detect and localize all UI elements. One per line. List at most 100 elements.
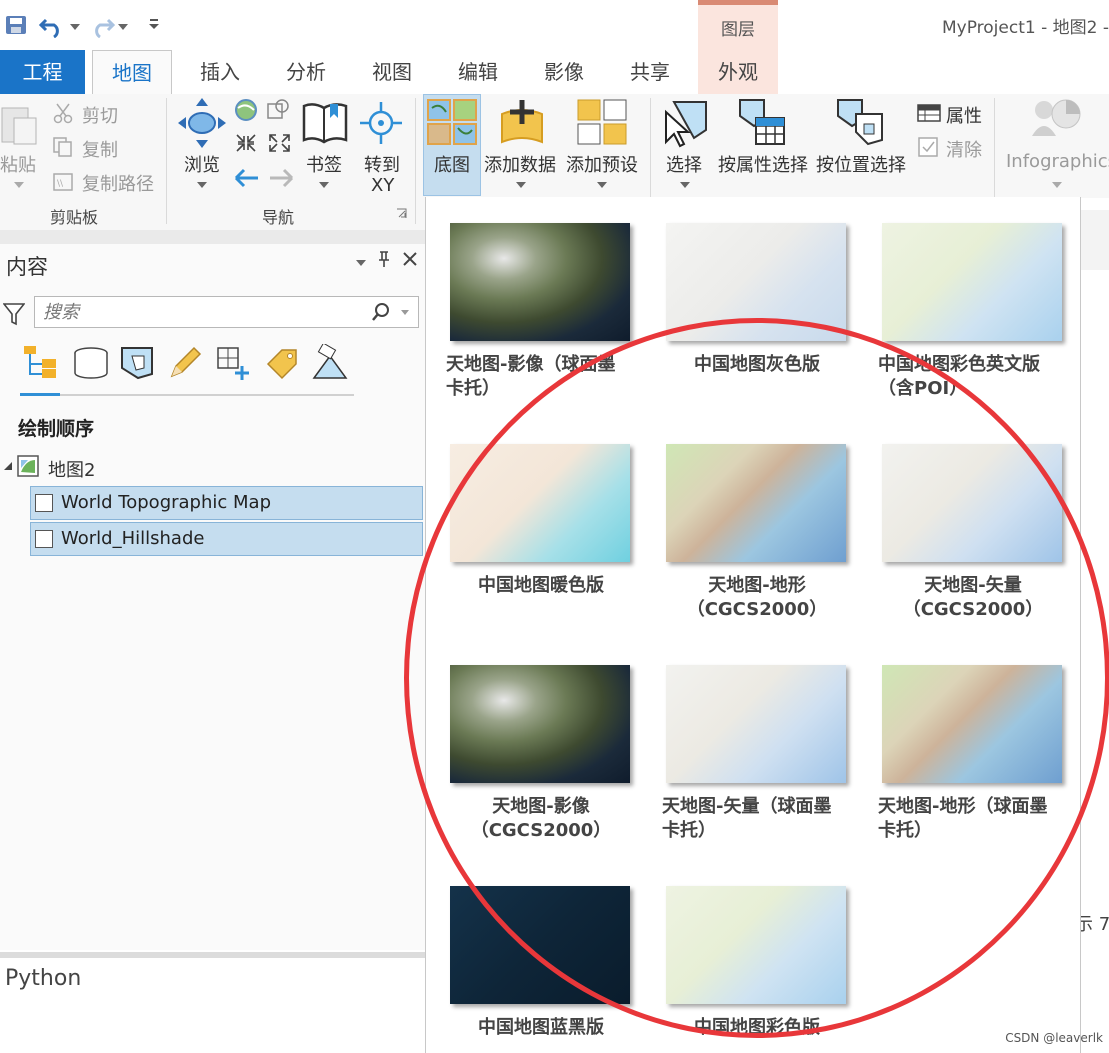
search-icon[interactable] — [371, 302, 391, 322]
add-data-icon[interactable] — [496, 98, 548, 148]
search-options-dropdown-icon[interactable] — [401, 310, 409, 315]
full-extent-icon[interactable] — [234, 98, 258, 122]
go-to-xy-label-2[interactable]: XY — [371, 175, 394, 196]
list-by-selection-icon[interactable] — [118, 344, 158, 382]
tab-imagery[interactable]: 影像 — [524, 50, 604, 94]
paste-icon[interactable] — [0, 100, 40, 148]
explore-icon[interactable] — [176, 96, 228, 150]
select-icon[interactable] — [660, 98, 710, 148]
select-button[interactable]: 选择 — [666, 151, 702, 177]
go-to-xy-label-1[interactable]: 转到 — [364, 151, 400, 177]
previous-extent-icon[interactable] — [266, 98, 290, 122]
add-data-button[interactable]: 添加数据 — [484, 151, 556, 177]
map-node[interactable]: 地图2 — [48, 456, 95, 482]
basemap-thumbnail — [666, 223, 846, 341]
explore-dropdown-icon[interactable] — [197, 182, 207, 188]
basemap-label-line: 卡托） — [878, 820, 932, 841]
copy-path-button[interactable]: 复制路径 — [82, 170, 154, 196]
customize-toolbar-icon[interactable] — [146, 16, 162, 32]
tab-map[interactable]: 地图 — [92, 50, 172, 95]
map-view-tab-area — [1081, 210, 1109, 270]
list-by-snapping-icon[interactable] — [214, 344, 254, 382]
layer-visibility-checkbox[interactable] — [35, 530, 53, 548]
infographics-button[interactable]: Infographics — [1006, 151, 1109, 172]
add-data-dropdown-icon[interactable] — [516, 182, 526, 188]
basemap-label: 天地图-矢量（球面墨 卡托） — [662, 795, 852, 843]
back-forward-icons[interactable] — [234, 166, 294, 190]
dialog-launcher-icon[interactable] — [396, 208, 408, 220]
layer-name: World Topographic Map — [61, 492, 271, 513]
basemap-thumbnail — [450, 665, 630, 783]
filter-icon[interactable] — [3, 302, 25, 326]
basemap-gallery[interactable]: 天地图-影像（球面墨 卡托） 中国地图灰色版 中国地图彩色英文版 （含POI） 中国地图暖… — [425, 197, 1081, 1053]
bookmarks-button[interactable]: 书签 — [306, 151, 342, 177]
basemap-button[interactable]: 底图 — [434, 151, 470, 177]
python-title: Python — [5, 966, 82, 991]
ribbon-separator — [415, 98, 416, 224]
list-by-perspective-imagery-icon[interactable] — [310, 344, 350, 382]
select-dropdown-icon[interactable] — [680, 182, 690, 188]
basemap-thumbnail — [450, 444, 630, 562]
explore-button[interactable]: 浏览 — [184, 151, 220, 177]
basemap-icon[interactable] — [426, 98, 478, 146]
paste-button[interactable]: 粘贴 — [0, 151, 36, 177]
attributes-button[interactable]: 属性 — [946, 102, 982, 128]
fixed-zoom-icons[interactable] — [234, 132, 292, 154]
add-preset-icon[interactable] — [576, 98, 628, 148]
tab-insert[interactable]: 插入 — [180, 50, 260, 94]
bookmarks-dropdown-icon[interactable] — [319, 182, 329, 188]
redo-icon[interactable] — [86, 12, 116, 38]
select-by-location-icon[interactable] — [834, 96, 886, 148]
infographics-dropdown-icon[interactable] — [1052, 182, 1062, 188]
select-by-attributes-button[interactable]: 按属性选择 — [718, 151, 808, 177]
tab-edit[interactable]: 编辑 — [438, 50, 518, 94]
undo-dropdown-icon[interactable] — [70, 24, 80, 30]
copy-icon — [53, 137, 72, 157]
pane-splitter — [0, 230, 425, 244]
basemap-thumbnail — [666, 886, 846, 1004]
list-by-data-source-icon[interactable] — [72, 346, 110, 380]
layer-row[interactable]: World Topographic Map — [30, 486, 423, 520]
basemap-label-line: 天地图-地形（球面墨 — [878, 796, 1048, 817]
paste-dropdown-icon[interactable] — [14, 182, 24, 188]
basemap-label: 中国地图彩色英文版 （含POI） — [878, 353, 1068, 401]
close-icon[interactable] — [402, 251, 418, 267]
basemap-label-line: 天地图-影像 — [492, 796, 590, 817]
tab-analysis[interactable]: 分析 — [266, 50, 346, 94]
tab-appearance[interactable]: 外观 — [698, 50, 778, 94]
list-by-editing-icon[interactable] — [166, 344, 206, 382]
basemap-label-line: （含POI） — [878, 378, 968, 399]
tab-share[interactable]: 共享 — [610, 50, 690, 94]
layer-visibility-checkbox[interactable] — [35, 494, 53, 512]
expand-collapse-icon[interactable] — [2, 460, 14, 472]
cut-button[interactable]: 剪切 — [82, 102, 118, 128]
search-input[interactable] — [43, 300, 343, 324]
pin-icon[interactable] — [376, 250, 392, 268]
clipboard-group-label: 剪贴板 — [50, 208, 99, 227]
basemap-label: 天地图-地形（球面墨 卡托） — [878, 795, 1068, 843]
save-project-icon[interactable] — [4, 12, 30, 38]
list-by-labeling-icon[interactable] — [262, 344, 302, 382]
infographics-icon[interactable] — [1028, 96, 1084, 148]
svg-text:\\: \\ — [57, 179, 64, 189]
basemap-label-line: 卡托） — [662, 820, 716, 841]
go-to-xy-icon[interactable] — [358, 100, 404, 146]
redo-dropdown-icon[interactable] — [118, 24, 128, 30]
tab-view[interactable]: 视图 — [352, 50, 432, 94]
add-preset-dropdown-icon[interactable] — [597, 182, 607, 188]
list-by-drawing-order-icon[interactable] — [20, 344, 60, 380]
clear-button[interactable]: 清除 — [946, 136, 982, 162]
basemap-label: 中国地图彩色版 — [662, 1016, 852, 1040]
copy-button[interactable]: 复制 — [82, 136, 118, 162]
bookmark-icon[interactable] — [300, 100, 350, 144]
add-preset-button[interactable]: 添加预设 — [566, 151, 638, 177]
basemap-label-line: 天地图-地形 — [708, 575, 806, 596]
pane-options-icon[interactable] — [356, 260, 366, 266]
layer-row[interactable]: World_Hillshade — [30, 522, 423, 556]
basemap-thumbnail — [450, 886, 630, 1004]
undo-icon[interactable] — [38, 12, 68, 38]
tab-project[interactable]: 工程 — [0, 50, 85, 94]
title-bar: 图层 MyProject1 - 地图2 - — [0, 0, 1109, 50]
select-by-attributes-icon[interactable] — [736, 96, 788, 148]
select-by-location-button[interactable]: 按位置选择 — [816, 151, 906, 177]
